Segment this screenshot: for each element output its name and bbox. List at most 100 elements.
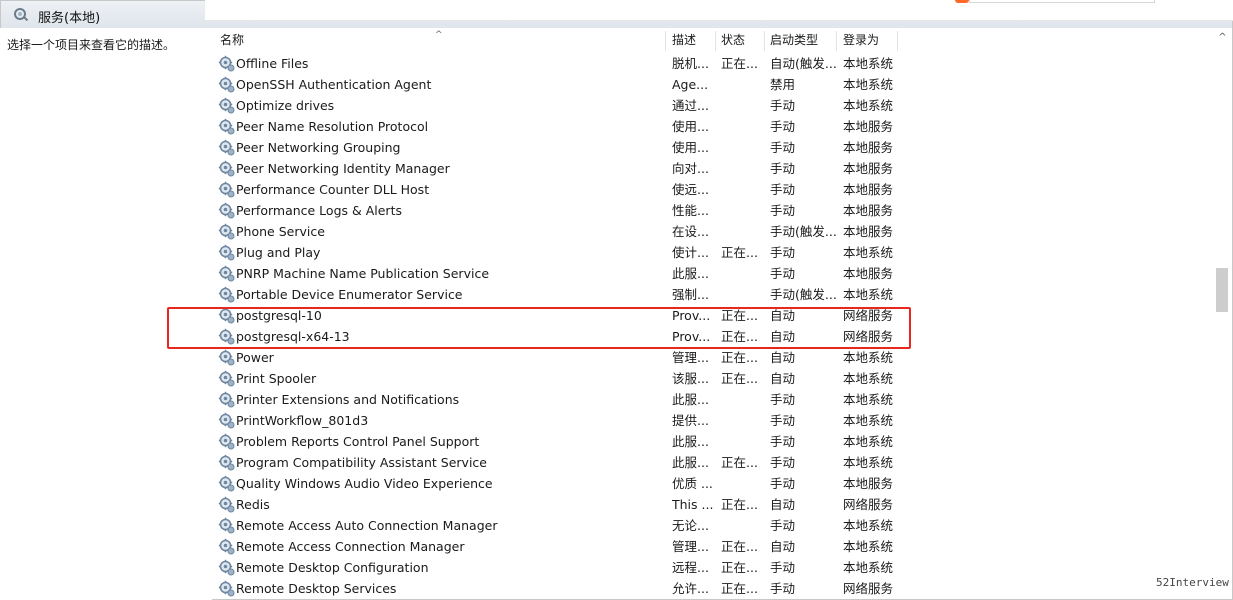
service-status: 正在... [721,245,758,260]
column-divider[interactable] [897,31,898,51]
service-startup-type: 自动 [770,539,796,554]
service-gear-icon [218,202,235,219]
service-row[interactable]: postgresql-10 Prov... 正在... 自动 网络服务 [213,305,1213,326]
service-gear-icon [218,118,235,135]
service-row[interactable]: Peer Name Resolution Protocol 使用... 手动 本地服务 [213,116,1213,137]
column-header-status[interactable]: 状态 [721,29,745,53]
service-name: postgresql-x64-13 [236,329,350,344]
service-description: 脱机... [672,56,709,71]
service-description: 使用... [672,119,709,134]
column-header-name[interactable]: 名称 [220,29,244,53]
column-header-logon-as[interactable]: 登录为 [843,29,879,53]
service-logon-as: 本地系统 [843,455,894,470]
service-startup-type: 手动 [770,476,796,491]
column-divider[interactable] [665,31,666,51]
service-startup-type: 自动(触发... [770,56,837,71]
service-row[interactable]: Performance Logs & Alerts 性能... 手动 本地服务 [213,200,1213,221]
service-row[interactable]: OpenSSH Authentication Agent Age... 禁用 本地系统 [213,74,1213,95]
service-startup-type: 手动(触发... [770,287,837,302]
service-logon-as: 本地服务 [843,182,894,197]
service-gear-icon [218,349,235,366]
column-header-description[interactable]: 描述 [672,29,696,53]
services-list: Offline Files 脱机... 正在... 自动(触发... 本地系统 OpenS… [213,53,1213,599]
service-row[interactable]: Print Spooler 该服... 正在... 自动 本地系统 [213,368,1213,389]
service-row[interactable]: PNRP Machine Name Publication Service 此服.… [213,263,1213,284]
service-status: 正在... [721,560,758,575]
service-row[interactable]: Quality Windows Audio Video Experience 优质… [213,473,1213,494]
service-logon-as: 本地系统 [843,392,894,407]
service-status: 正在... [721,497,758,512]
service-gear-icon [218,97,235,114]
service-row[interactable]: postgresql-x64-13 Prov... 正在... 自动 网络服务 [213,326,1213,347]
service-row[interactable]: Offline Files 脱机... 正在... 自动(触发... 本地系统 [213,53,1213,74]
service-name: Plug and Play [236,245,321,260]
service-startup-type: 手动 [770,434,796,449]
service-logon-as: 本地系统 [843,371,894,386]
service-row[interactable]: Plug and Play 使计... 正在... 手动 本地系统 [213,242,1213,263]
service-status: 正在... [721,539,758,554]
vertical-scrollbar[interactable]: ^ [1213,29,1232,599]
service-logon-as: 本地服务 [843,224,894,239]
search-box-edge[interactable] [969,0,1155,3]
service-row[interactable]: Optimize drives 通过... 手动 本地系统 [213,95,1213,116]
column-header-startup-type[interactable]: 启动类型 [770,29,818,53]
service-description: 通过... [672,98,709,113]
service-row[interactable]: Performance Counter DLL Host 使远... 手动 本地服务 [213,179,1213,200]
service-description: 强制... [672,287,709,302]
service-row[interactable]: Remote Desktop Configuration 远程... 正在... 手动… [213,557,1213,578]
service-row[interactable]: Phone Service 在设... 手动(触发... 本地服务 [213,221,1213,242]
scroll-thumb[interactable] [1216,268,1228,312]
service-gear-icon [218,538,235,555]
service-row[interactable]: Printer Extensions and Notifications 此服..… [213,389,1213,410]
service-logon-as: 本地系统 [843,413,894,428]
service-row[interactable]: Power 管理... 正在... 自动 本地系统 [213,347,1213,368]
service-status: 正在... [721,581,758,596]
service-logon-as: 本地系统 [843,539,894,554]
service-logon-as: 本地系统 [843,560,894,575]
column-divider[interactable] [715,31,716,51]
service-description: 此服... [672,392,709,407]
service-name: Remote Desktop Configuration [236,560,429,575]
service-status: 正在... [721,455,758,470]
service-gear-icon [218,580,235,597]
service-row[interactable]: Peer Networking Identity Manager 向对... 手动 本… [213,158,1213,179]
service-gear-icon [218,517,235,534]
service-description: 使计... [672,245,709,260]
column-divider[interactable] [764,31,765,51]
service-description: 此服... [672,455,709,470]
service-name: postgresql-10 [236,308,322,323]
column-divider[interactable] [836,31,837,51]
service-startup-type: 自动 [770,329,796,344]
service-gear-icon [218,265,235,282]
service-row[interactable]: PrintWorkflow_801d3 提供... 手动 本地系统 [213,410,1213,431]
service-description: 无论... [672,518,709,533]
service-startup-type: 自动 [770,308,796,323]
service-row[interactable]: Program Compatibility Assistant Service 此… [213,452,1213,473]
service-row[interactable]: Remote Desktop Services 允许... 正在... 手动 网络服务 [213,578,1213,599]
service-startup-type: 自动 [770,371,796,386]
service-row[interactable]: Remote Access Connection Manager 管理... 正在.… [213,536,1213,557]
service-startup-type: 手动 [770,581,796,596]
notification-dot [955,0,969,3]
service-row[interactable]: Peer Networking Grouping 使用... 手动 本地服务 [213,137,1213,158]
service-description: 提供... [672,413,709,428]
service-logon-as: 网络服务 [843,308,894,323]
service-row[interactable]: Remote Access Auto Connection Manager 无论.… [213,515,1213,536]
service-startup-type: 手动 [770,161,796,176]
service-status: 正在... [721,371,758,386]
service-name: PrintWorkflow_801d3 [236,413,369,428]
service-logon-as: 本地服务 [843,161,894,176]
scroll-up-arrow-icon[interactable]: ^ [1216,31,1229,45]
service-gear-icon [218,391,235,408]
service-name: Peer Networking Identity Manager [236,161,450,176]
service-row[interactable]: Redis This ... 正在... 自动 网络服务 [213,494,1213,515]
service-description: 性能... [672,203,709,218]
service-row[interactable]: Portable Device Enumerator Service 强制... 手… [213,284,1213,305]
service-row[interactable]: Problem Reports Control Panel Support 此服.… [213,431,1213,452]
service-name: Remote Access Auto Connection Manager [236,518,498,533]
service-startup-type: 手动 [770,245,796,260]
service-logon-as: 本地系统 [843,350,894,365]
service-name: Print Spooler [236,371,317,386]
service-description: 使用... [672,140,709,155]
service-startup-type: 自动 [770,350,796,365]
